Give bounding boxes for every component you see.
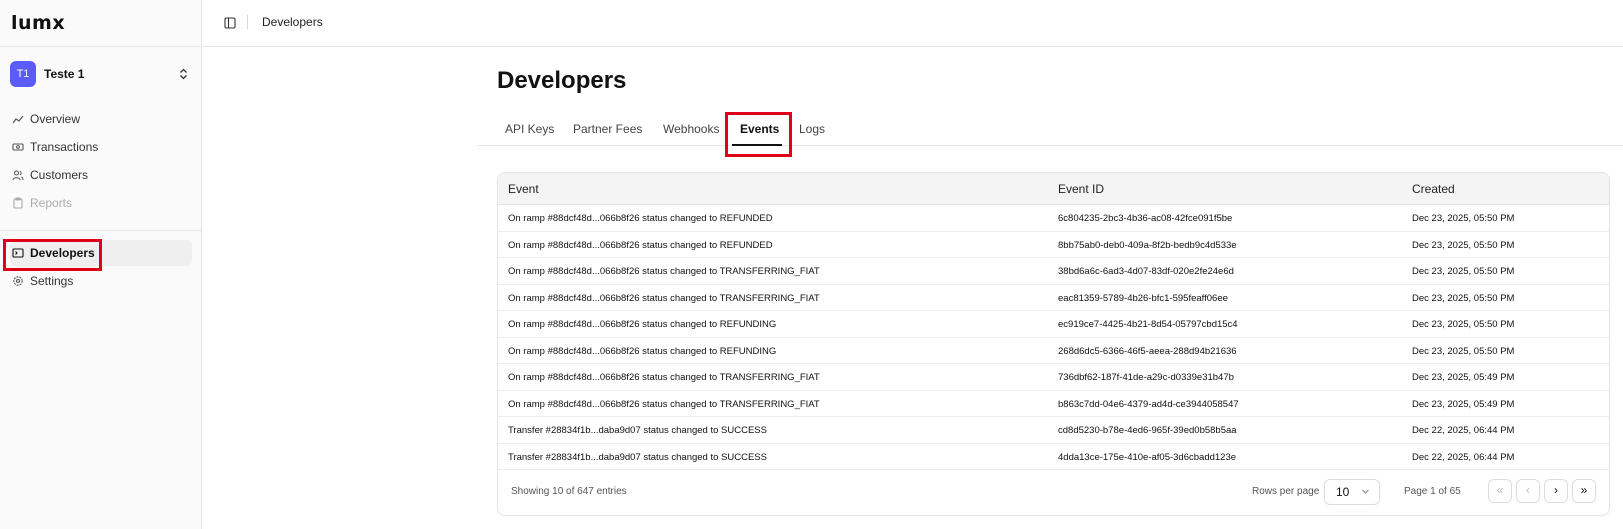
- tab-bar: API Keys Partner Fees Webhooks Events Lo…: [477, 112, 1623, 146]
- table-row[interactable]: Transfer #28834f1b...daba9d07 status cha…: [498, 417, 1609, 444]
- gear-icon: [12, 275, 24, 287]
- sidebar: lumx T1 Teste 1 Overview Transactions Cu…: [0, 0, 202, 529]
- prev-page-button[interactable]: ‹: [1516, 479, 1540, 503]
- event-id-cell: ec919ce7-4425-4b21-8d54-05797cbd15c4: [1058, 319, 1238, 330]
- event-cell: On ramp #88dcf48d...066b8f26 status chan…: [508, 372, 820, 383]
- event-cell: On ramp #88dcf48d...066b8f26 status chan…: [508, 213, 773, 224]
- created-cell: Dec 23, 2025, 05:50 PM: [1412, 213, 1515, 224]
- rows-per-page-label: Rows per page: [1252, 486, 1320, 497]
- sidebar-item-label: Overview: [30, 112, 81, 126]
- column-header-event-id: Event ID: [1058, 182, 1105, 196]
- entries-count: Showing 10 of 647 entries: [511, 486, 627, 497]
- event-id-cell: cd8d5230-b78e-4ed6-965f-39ed0b58b5aa: [1058, 425, 1237, 436]
- chevron-down-icon: [1361, 480, 1370, 513]
- table-row[interactable]: On ramp #88dcf48d...066b8f26 status chan…: [498, 391, 1609, 417]
- created-cell: Dec 23, 2025, 05:50 PM: [1412, 239, 1515, 251]
- sidebar-item-label: Customers: [30, 168, 89, 182]
- table-row[interactable]: On ramp #88dcf48d...066b8f26 status chan…: [498, 258, 1609, 285]
- table-row[interactable]: On ramp #88dcf48d...066b8f26 status chan…: [498, 285, 1609, 311]
- users-icon: [12, 169, 24, 181]
- created-cell: Dec 23, 2025, 05:49 PM: [1412, 372, 1515, 383]
- table-footer: Showing 10 of 647 entries Rows per page …: [498, 469, 1609, 515]
- highlight-box-events-tab: [725, 112, 792, 157]
- sidebar-divider: [0, 230, 202, 231]
- sidebar-item-label: Reports: [30, 196, 73, 210]
- rows-per-page-select[interactable]: 10: [1324, 479, 1380, 505]
- sidebar-item-label: Settings: [30, 274, 74, 288]
- event-cell: Transfer #28834f1b...daba9d07 status cha…: [508, 425, 767, 436]
- created-cell: Dec 22, 2025, 06:44 PM: [1412, 425, 1515, 436]
- sidebar-item-transactions[interactable]: Transactions: [10, 134, 192, 160]
- table-body: On ramp #88dcf48d...066b8f26 status chan…: [498, 205, 1609, 470]
- event-cell: On ramp #88dcf48d...066b8f26 status chan…: [508, 266, 820, 277]
- event-cell: On ramp #88dcf48d...066b8f26 status chan…: [508, 398, 820, 410]
- sidebar-header-divider: [0, 46, 202, 47]
- org-avatar: T1: [10, 61, 36, 87]
- topbar: Developers: [203, 0, 1623, 47]
- table-row[interactable]: On ramp #88dcf48d...066b8f26 status chan…: [498, 311, 1609, 338]
- created-cell: Dec 23, 2025, 05:50 PM: [1412, 266, 1515, 277]
- breadcrumb: Developers: [262, 15, 323, 29]
- org-name: Teste 1: [44, 67, 85, 81]
- sidebar-toggle-icon[interactable]: [224, 16, 236, 29]
- event-id-cell: 6c804235-2bc3-4b36-ac08-42fce091f5be: [1058, 213, 1233, 224]
- tab-partner-fees[interactable]: Partner Fees: [573, 122, 642, 136]
- event-cell: On ramp #88dcf48d...066b8f26 status chan…: [508, 292, 820, 304]
- column-header-event: Event: [508, 182, 539, 196]
- event-id-cell: 268d6dc5-6366-46f5-aeea-288d94b21636: [1058, 345, 1237, 357]
- last-page-button[interactable]: »: [1572, 479, 1596, 503]
- sidebar-item-reports: Reports: [10, 190, 192, 216]
- page-info: Page 1 of 65: [1404, 486, 1461, 497]
- tab-logs[interactable]: Logs: [799, 122, 825, 136]
- next-page-button[interactable]: ›: [1544, 479, 1568, 503]
- table-row[interactable]: On ramp #88dcf48d...066b8f26 status chan…: [498, 232, 1609, 258]
- first-page-button[interactable]: «: [1488, 479, 1512, 503]
- table-row[interactable]: Transfer #28834f1b...daba9d07 status cha…: [498, 444, 1609, 470]
- sidebar-item-label: Transactions: [30, 140, 99, 154]
- app-logo: lumx: [11, 12, 66, 34]
- created-cell: Dec 23, 2025, 05:50 PM: [1412, 292, 1515, 304]
- column-header-created: Created: [1412, 182, 1455, 196]
- event-cell: On ramp #88dcf48d...066b8f26 status chan…: [508, 239, 773, 251]
- table-row[interactable]: On ramp #88dcf48d...066b8f26 status chan…: [498, 364, 1609, 391]
- cash-icon: [12, 141, 24, 153]
- topbar-separator: [247, 15, 248, 29]
- table-row[interactable]: On ramp #88dcf48d...066b8f26 status chan…: [498, 338, 1609, 364]
- event-id-cell: 8bb75ab0-deb0-409a-8f2b-bedb9c4d533e: [1058, 239, 1237, 251]
- tab-api-keys[interactable]: API Keys: [505, 122, 554, 136]
- app-root: lumx T1 Teste 1 Overview Transactions Cu…: [0, 0, 1623, 529]
- table-row[interactable]: On ramp #88dcf48d...066b8f26 status chan…: [498, 205, 1609, 232]
- rows-per-page-value: 10: [1336, 485, 1350, 499]
- event-id-cell: eac81359-5789-4b26-bfc1-595feaff06ee: [1058, 292, 1228, 304]
- table-header: Event Event ID Created: [498, 173, 1609, 205]
- event-id-cell: 736dbf62-187f-41de-a29c-d0339e31b47b: [1058, 372, 1234, 383]
- event-id-cell: 4dda13ce-175e-410e-af05-3d6cbadd123e: [1058, 451, 1237, 463]
- events-table: Event Event ID Created On ramp #88dcf48d…: [497, 172, 1610, 516]
- event-id-cell: b863c7dd-04e6-4379-ad4d-ce3944058547: [1058, 398, 1239, 410]
- chart-icon: [12, 113, 24, 125]
- tab-webhooks[interactable]: Webhooks: [663, 122, 719, 136]
- page-title: Developers: [497, 67, 627, 94]
- event-cell: On ramp #88dcf48d...066b8f26 status chan…: [508, 319, 777, 330]
- created-cell: Dec 23, 2025, 05:50 PM: [1412, 319, 1515, 330]
- sidebar-item-settings[interactable]: Settings: [10, 268, 192, 294]
- clipboard-icon: [12, 197, 24, 209]
- event-cell: On ramp #88dcf48d...066b8f26 status chan…: [508, 345, 777, 357]
- highlight-box-developers: [3, 239, 102, 271]
- sidebar-item-overview[interactable]: Overview: [10, 106, 192, 132]
- event-id-cell: 38bd6a6c-6ad3-4d07-83df-020e2fe24e6d: [1058, 266, 1234, 277]
- created-cell: Dec 22, 2025, 06:44 PM: [1412, 451, 1515, 463]
- event-cell: Transfer #28834f1b...daba9d07 status cha…: [508, 451, 767, 463]
- org-switcher[interactable]: T1 Teste 1: [10, 61, 192, 87]
- chevron-up-down-icon: [179, 68, 188, 80]
- created-cell: Dec 23, 2025, 05:50 PM: [1412, 345, 1515, 357]
- sidebar-item-customers[interactable]: Customers: [10, 162, 192, 188]
- created-cell: Dec 23, 2025, 05:49 PM: [1412, 398, 1515, 410]
